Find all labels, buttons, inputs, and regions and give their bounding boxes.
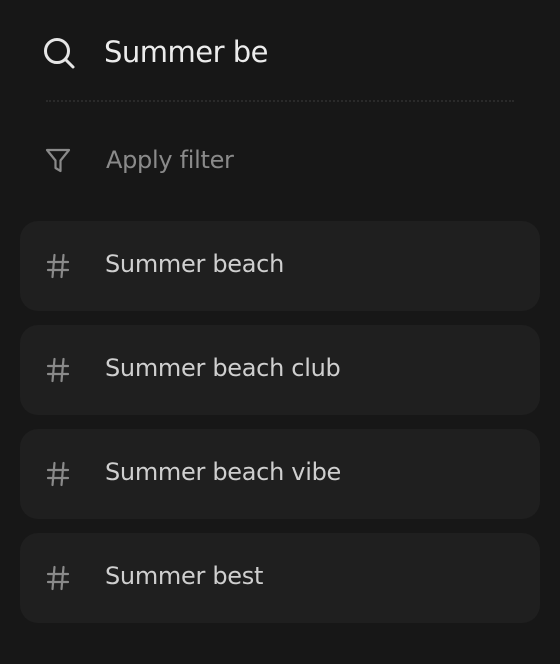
search-icon[interactable] (41, 35, 77, 71)
suggestion-item[interactable]: Summer best (20, 533, 540, 623)
suggestion-item[interactable]: Summer beach vibe (20, 429, 540, 519)
apply-filter-label: Apply filter (106, 146, 234, 174)
suggestion-label: Summer best (105, 562, 264, 590)
suggestion-list: Summer beach Summer beach club Summer be… (20, 221, 540, 637)
hash-icon (46, 357, 70, 383)
suggestion-label: Summer beach vibe (105, 458, 341, 486)
suggestion-item[interactable]: Summer beach (20, 221, 540, 311)
filter-icon (45, 148, 71, 173)
suggestion-label: Summer beach club (105, 354, 341, 382)
search-bar (0, 18, 560, 86)
divider (46, 100, 514, 102)
apply-filter-button[interactable]: Apply filter (0, 134, 560, 190)
suggestion-item[interactable]: Summer beach club (20, 325, 540, 415)
hash-icon (46, 565, 70, 591)
search-input[interactable] (104, 30, 524, 74)
hash-icon (46, 461, 70, 487)
hash-icon (46, 253, 70, 279)
suggestion-label: Summer beach (105, 250, 284, 278)
